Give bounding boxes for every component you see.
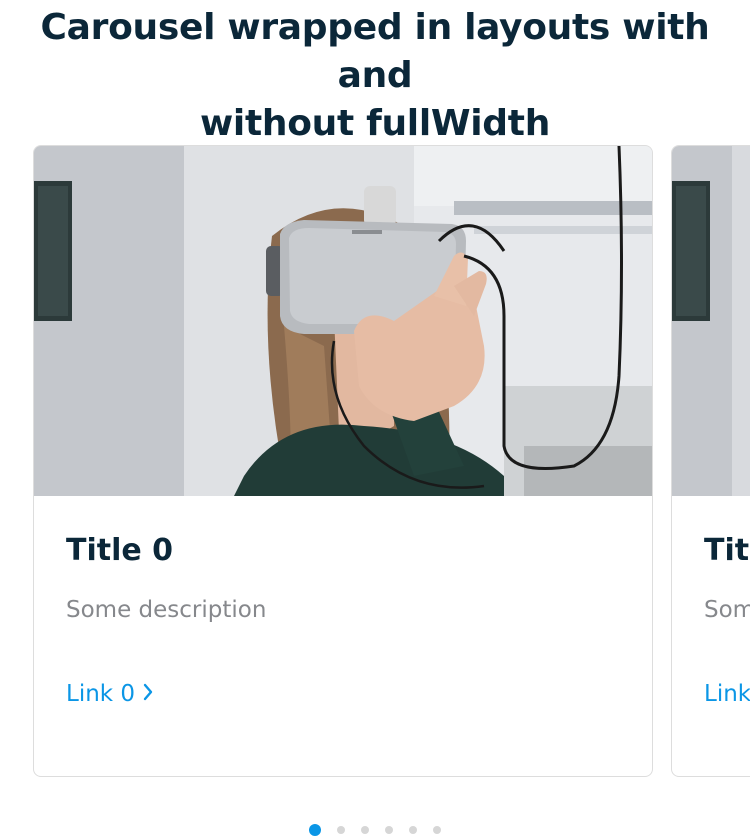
card-description: Some description bbox=[66, 597, 267, 623]
card-link[interactable]: Link 0 bbox=[66, 681, 153, 707]
card-link-label: Link bbox=[704, 681, 750, 707]
card-description: Som bbox=[704, 597, 750, 623]
pagination-dot-3[interactable] bbox=[385, 826, 393, 834]
carousel-card-0: Title 0 Some description Link 0 bbox=[33, 145, 653, 777]
pagination-dot-0[interactable] bbox=[309, 824, 321, 836]
pagination-dot-2[interactable] bbox=[361, 826, 369, 834]
card-link[interactable]: Link bbox=[704, 681, 750, 707]
carousel[interactable]: Title 0 Some description Link 0 Tit Som … bbox=[0, 0, 750, 838]
card-image bbox=[34, 146, 652, 496]
pagination-dot-5[interactable] bbox=[433, 826, 441, 834]
carousel-pagination bbox=[309, 823, 457, 837]
card-image bbox=[672, 146, 750, 496]
card-title: Title 0 bbox=[66, 533, 174, 568]
card-link-label: Link 0 bbox=[66, 681, 136, 707]
carousel-card-1: Tit Som Link bbox=[671, 145, 750, 777]
pagination-dot-1[interactable] bbox=[337, 826, 345, 834]
pagination-dot-4[interactable] bbox=[409, 826, 417, 834]
card-title: Tit bbox=[704, 533, 750, 568]
chevron-right-icon bbox=[143, 681, 153, 707]
